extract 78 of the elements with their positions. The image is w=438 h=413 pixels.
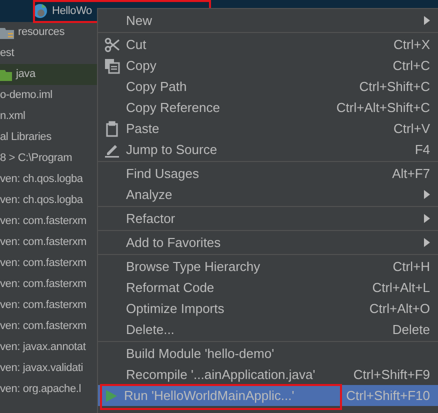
- copy-icon: [104, 58, 120, 74]
- tree-item-label: ven: javax.annotat: [0, 340, 86, 356]
- tree-item-label: ven: ch.qos.logba: [0, 193, 83, 208]
- menu-item[interactable]: Reformat Code Ctrl+Alt+L: [98, 277, 438, 298]
- tree-item[interactable]: est: [0, 43, 97, 64]
- tree-item-label: java: [16, 67, 36, 82]
- tree-item[interactable]: ven: com.fasterxm: [0, 211, 97, 232]
- tree-item[interactable]: ven: com.fasterxm: [0, 316, 97, 337]
- tree-item[interactable]: ven: org.apache.l: [0, 379, 97, 400]
- clipboard-icon: [104, 120, 120, 136]
- shortcut-label: Ctrl+Alt+L: [372, 278, 430, 297]
- shortcut-label: Alt+F7: [392, 164, 430, 183]
- submenu-arrow-icon: [424, 214, 430, 223]
- tree-item[interactable]: ven: ch.qos.logba: [0, 190, 97, 211]
- submenu-arrow-icon: [424, 190, 430, 199]
- scissors-icon: [104, 36, 120, 52]
- tree-item-label: ven: com.fasterxm: [0, 277, 86, 292]
- tree-item-label: resources: [18, 25, 64, 40]
- tree-item[interactable]: 8 > C:\Program: [0, 148, 97, 169]
- shortcut-label: Ctrl+Shift+F9: [353, 366, 430, 384]
- menu-item[interactable]: Find Usages Alt+F7: [98, 163, 438, 184]
- tree-item-label: ven: ch.qos.logba: [0, 172, 83, 188]
- tree-item-label: HelloWo: [52, 4, 92, 19]
- menu-item[interactable]: Jump to Source F4: [98, 139, 438, 160]
- menu-item[interactable]: Optimize Imports Ctrl+Alt+O: [98, 298, 438, 319]
- tree-item-label: ven: org.apache.l: [0, 382, 81, 398]
- tree-item[interactable]: resources: [0, 22, 97, 43]
- tree-item-label: est: [0, 46, 14, 62]
- tree-item[interactable]: ven: com.fasterxm: [0, 253, 97, 274]
- menu-item[interactable]: Copy Reference Ctrl+Alt+Shift+C: [98, 97, 438, 118]
- tree-item[interactable]: ven: javax.validati: [0, 358, 97, 379]
- submenu-arrow-icon: [424, 16, 430, 25]
- menu-item[interactable]: Copy Ctrl+C: [98, 55, 438, 76]
- tree-item[interactable]: n.xml: [0, 106, 97, 127]
- menu-item[interactable]: New: [98, 10, 438, 31]
- shortcut-label: F4: [414, 140, 430, 159]
- menu-item[interactable]: Add to Favorites: [98, 232, 438, 253]
- tree-item[interactable]: al Libraries: [0, 127, 97, 148]
- tree-item-label: n.xml: [0, 109, 26, 124]
- folder-icon: [0, 26, 14, 38]
- menu-item[interactable]: Browse Type Hierarchy Ctrl+H: [98, 256, 438, 277]
- submenu-arrow-icon: [424, 238, 430, 247]
- play-icon: [104, 388, 118, 402]
- menu-item[interactable]: Paste Ctrl+V: [98, 118, 438, 139]
- tree-item[interactable]: java: [0, 64, 97, 85]
- shortcut-label: Ctrl+Shift+F10: [346, 386, 430, 405]
- tree-item-label: ven: com.fasterxm: [0, 214, 86, 230]
- shortcut-label: Ctrl+H: [392, 258, 430, 276]
- shortcut-label: Ctrl+C: [392, 56, 430, 75]
- menu-item[interactable]: Copy Path Ctrl+Shift+C: [98, 76, 438, 97]
- menu-item[interactable]: Refactor: [98, 208, 438, 229]
- tree-item[interactable]: o-demo.iml: [0, 85, 97, 106]
- menu-item[interactable]: Recompile '...ainApplication.java' Ctrl+Shift+F9: [98, 364, 438, 385]
- tree-item-label: al Libraries: [0, 130, 52, 146]
- tree-item-label: 8 > C:\Program: [0, 151, 72, 166]
- tree-item[interactable]: ven: com.fasterxm: [0, 295, 97, 316]
- tree-item-label: ven: com.fasterxm: [0, 319, 86, 334]
- tree-item[interactable]: ven: com.fasterxm: [0, 274, 97, 295]
- shortcut-label: Ctrl+Alt+Shift+C: [336, 98, 430, 117]
- app-icon: [32, 3, 48, 19]
- tree-item[interactable]: ven: com.fasterxm: [0, 232, 97, 253]
- tree-item-label: ven: com.fasterxm: [0, 256, 86, 272]
- menu-item[interactable]: Build Module 'hello-demo': [98, 343, 438, 364]
- tree-item[interactable]: ven: ch.qos.logba: [0, 169, 97, 190]
- tree-item-label: o-demo.iml: [0, 88, 52, 104]
- tree-item[interactable]: ven: javax.annotat: [0, 337, 97, 358]
- shortcut-label: Ctrl+Shift+C: [359, 78, 430, 96]
- shortcut-label: Ctrl+Alt+O: [369, 300, 430, 318]
- tree-item-label: ven: javax.validati: [0, 361, 84, 376]
- menu-item[interactable]: Delete... Delete: [98, 319, 438, 340]
- shortcut-label: Delete: [392, 320, 430, 339]
- menu-item[interactable]: Analyze: [98, 184, 438, 205]
- tree-item-label: ven: com.fasterxm: [0, 235, 86, 250]
- menu-item[interactable]: Cut Ctrl+X: [98, 34, 438, 55]
- shortcut-label: Ctrl+V: [394, 120, 430, 138]
- shortcut-label: Ctrl+X: [394, 36, 430, 54]
- folder-icon: [0, 68, 12, 80]
- tree-item-label: ven: com.fasterxm: [0, 298, 86, 314]
